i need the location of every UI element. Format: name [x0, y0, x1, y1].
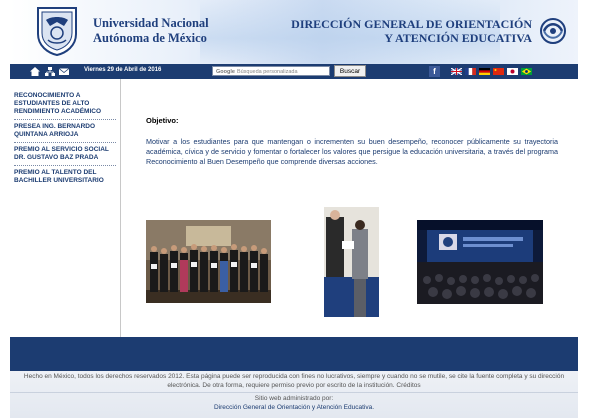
- sidebar-divider: [14, 119, 116, 120]
- unam-crest-icon[interactable]: [34, 6, 80, 56]
- footer-divider: [10, 392, 578, 393]
- sidebar-divider: [14, 165, 116, 166]
- dgoae-name-line2: Y ATENCIÓN EDUCATIVA: [384, 31, 532, 45]
- home-icon[interactable]: [30, 67, 40, 76]
- unam-name[interactable]: Universidad Nacional Autónoma de México: [93, 16, 209, 46]
- sidebar-item-presea[interactable]: PRESEA ING. BERNARDO QUINTANA ARRIOJA: [10, 123, 120, 139]
- dgoae-logo-icon[interactable]: [538, 16, 568, 46]
- sidebar-item-reconocimiento[interactable]: RECONOCIMIENTO A ESTUDIANTES DE ALTO REN…: [10, 92, 120, 116]
- sidebar-item-servicio-social[interactable]: PREMIO AL SERVICIO SOCIAL DR. GUSTAVO BA…: [10, 146, 120, 162]
- site-header: Universidad Nacional Autónoma de México …: [10, 0, 578, 64]
- japan-flag-icon[interactable]: [507, 68, 518, 75]
- dgoae-name-line1: DIRECCIÓN GENERAL DE ORIENTACIÓN: [291, 17, 532, 31]
- facebook-icon[interactable]: f: [429, 66, 440, 77]
- award-photo-image: [324, 207, 379, 317]
- objective-title: Objetivo:: [146, 116, 179, 125]
- unam-name-line1: Universidad Nacional: [93, 16, 209, 30]
- sitemap-icon[interactable]: [45, 67, 55, 76]
- brazil-flag-icon[interactable]: [521, 68, 532, 75]
- germany-flag-icon[interactable]: [479, 68, 490, 75]
- sidebar-divider: [14, 142, 116, 143]
- sidebar: RECONOCIMIENTO A ESTUDIANTES DE ALTO REN…: [10, 79, 121, 337]
- current-date: Viernes 29 de Abril de 2016: [84, 67, 162, 73]
- dgoae-name[interactable]: DIRECCIÓN GENERAL DE ORIENTACIÓN Y ATENC…: [291, 17, 532, 45]
- sidebar-top-spacer: [10, 79, 120, 92]
- search-brand: Google: [216, 69, 235, 75]
- page: Universidad Nacional Autónoma de México …: [10, 0, 578, 418]
- search-placeholder: Búsqueda personalizada: [236, 69, 298, 75]
- footer-rights-text: Hecho en México, todos los derechos rese…: [23, 373, 565, 389]
- footer-admin-label: Sitio web administrado por:: [254, 395, 334, 402]
- mail-icon[interactable]: [59, 67, 69, 76]
- search-button[interactable]: Buscar: [334, 65, 366, 77]
- group-photo-image: [146, 220, 271, 303]
- objective-text: Motivar a los estudiantes para que mante…: [146, 137, 558, 166]
- china-flag-icon[interactable]: [493, 68, 504, 75]
- footer: Hecho en México, todos los derechos rese…: [10, 371, 578, 418]
- france-flag-icon[interactable]: [465, 68, 476, 75]
- uk-flag-icon[interactable]: [451, 68, 462, 75]
- footer-bar: [10, 337, 578, 371]
- auditorium-photo-image: [417, 220, 543, 304]
- top-navbar: Viernes 29 de Abril de 2016 Google Búsque…: [10, 64, 578, 79]
- search-input[interactable]: Google Búsqueda personalizada: [212, 66, 330, 76]
- sidebar-item-talento-bachiller[interactable]: PREMIO AL TALENTO DEL BACHILLER UNIVERSI…: [10, 169, 120, 185]
- unam-name-line2: Autónoma de México: [93, 31, 207, 45]
- main-content: Objetivo: Motivar a los estudiantes para…: [121, 79, 578, 337]
- footer-admin-name[interactable]: Dirección General de Orientación y Atenc…: [10, 404, 578, 413]
